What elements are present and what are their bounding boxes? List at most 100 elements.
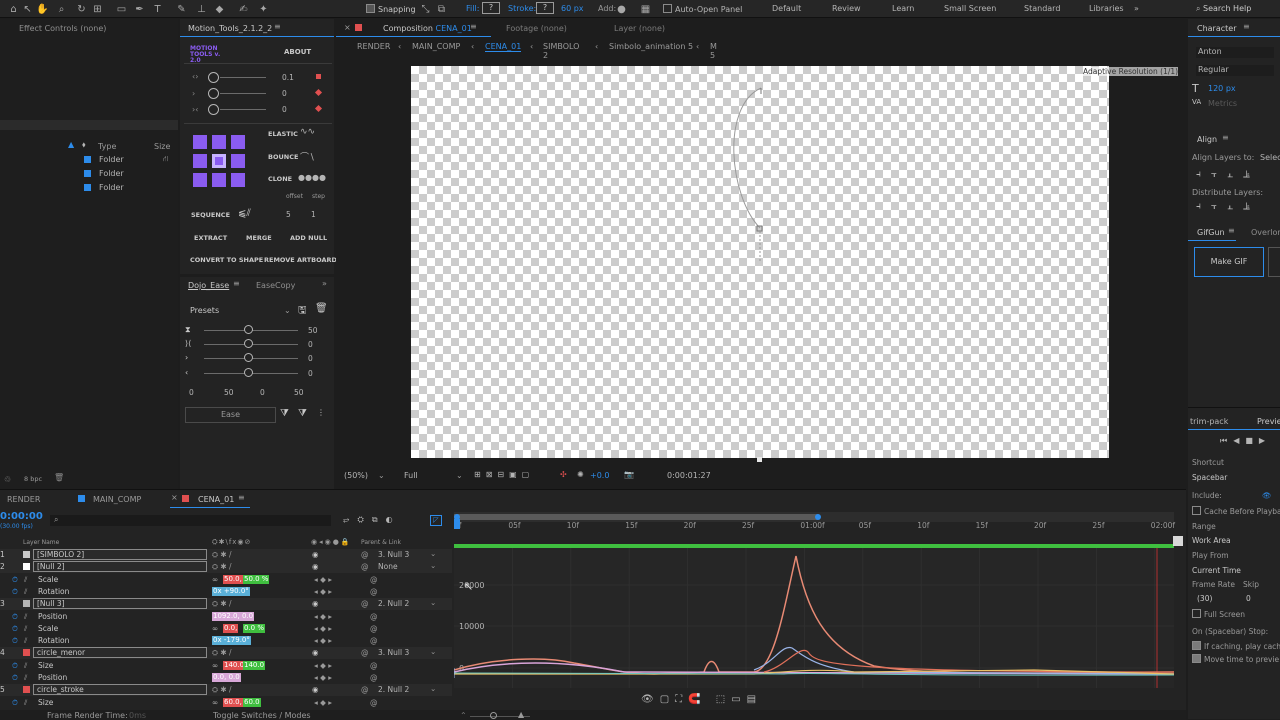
- layer-name[interactable]: [SIMBOLO 2]: [33, 549, 207, 560]
- clone-dots-icon[interactable]: ●●●●: [298, 173, 326, 182]
- stroke-label[interactable]: Stroke:: [508, 4, 536, 13]
- layer-label-color[interactable]: [23, 649, 30, 657]
- gif-settings-button[interactable]: [1268, 247, 1280, 277]
- graph-toggle-icon[interactable]: ⫽: [24, 636, 27, 646]
- character-tab[interactable]: Character: [1197, 24, 1237, 33]
- property-value[interactable]: 60.0: [243, 697, 261, 707]
- property-value[interactable]: 1092.0, 0.0: [212, 611, 255, 621]
- pickwhip-icon[interactable]: @: [361, 685, 369, 694]
- camera-tool-icon[interactable]: ⊞: [92, 4, 103, 15]
- rotate-tool-icon[interactable]: ↻: [76, 4, 87, 15]
- snap-feature-icon[interactable]: ⧉: [436, 4, 447, 15]
- font-size-value[interactable]: 120 px: [1208, 84, 1236, 93]
- panel-overflow-icon[interactable]: »: [322, 279, 327, 288]
- zoom-dropdown[interactable]: (50%): [344, 471, 368, 480]
- pickwhip-icon[interactable]: @: [370, 587, 378, 596]
- constrain-proportions-icon[interactable]: ∞: [212, 698, 218, 707]
- preview-tab[interactable]: Previe: [1257, 417, 1280, 426]
- col-size[interactable]: Size: [154, 142, 170, 151]
- selection-tool-icon[interactable]: ↖: [22, 4, 33, 15]
- eye-icon[interactable]: ◉: [312, 599, 319, 608]
- play-from-dropdown[interactable]: Current Time: [1192, 566, 1241, 575]
- property-value[interactable]: 60.0,: [223, 697, 243, 707]
- stopwatch-icon[interactable]: ⏱: [12, 698, 18, 708]
- apply-ease-icon[interactable]: ⧩: [280, 408, 289, 419]
- composition-tab[interactable]: Composition CENA_01: [383, 24, 472, 33]
- keyframe-nav-icons[interactable]: ◂ ◆ ▸: [314, 624, 332, 633]
- property-value[interactable]: 140.0: [243, 660, 266, 670]
- timeline-tab-main-comp[interactable]: MAIN_COMP: [93, 495, 141, 504]
- col-parent-link[interactable]: Parent & Link: [361, 539, 401, 546]
- zoom-in-icon[interactable]: ▲: [518, 710, 524, 719]
- elastic-button[interactable]: ELASTIC: [268, 130, 298, 138]
- chevron-down-icon[interactable]: ⌄: [284, 306, 291, 315]
- resolution-dropdown[interactable]: Full: [404, 471, 418, 480]
- keyframe-nav-icons[interactable]: ◂ ◆ ▸: [314, 575, 332, 584]
- property-row[interactable]: ⏱ ⫽ Position 1092.0, 0.0 ◂ ◆ ▸ @: [0, 610, 452, 623]
- keyframe-nav-icons[interactable]: ◂ ◆ ▸: [314, 661, 332, 670]
- easecopy-tab[interactable]: EaseCopy: [256, 281, 295, 290]
- layer-switches-icons[interactable]: ⛭ ✱ /: [212, 685, 232, 695]
- clone-button[interactable]: CLONE: [268, 175, 292, 183]
- align-to-dropdown[interactable]: Selec: [1260, 153, 1280, 162]
- font-style-field[interactable]: Regular: [1196, 65, 1274, 76]
- layer-switches-icons[interactable]: ⛭ ✱ /: [212, 648, 232, 658]
- distribute-buttons-icons[interactable]: ⫞⫟⫠⫡: [1196, 201, 1260, 212]
- pickwhip-icon[interactable]: @: [361, 562, 369, 571]
- layer-name[interactable]: circle_menor: [33, 647, 207, 659]
- property-value[interactable]: 0.0,: [223, 623, 239, 633]
- keyframe-nav-icons[interactable]: ◂ ◆ ▸: [314, 636, 332, 645]
- stopwatch-icon[interactable]: ⏱: [12, 575, 18, 585]
- layer-label-color[interactable]: [23, 551, 30, 558]
- pickwhip-icon[interactable]: @: [370, 698, 378, 707]
- rectangle-tool-icon[interactable]: ▭: [116, 4, 127, 15]
- influence-value[interactable]: 0.1: [282, 73, 294, 82]
- chevron-down-icon[interactable]: ⌄: [430, 598, 436, 607]
- merge-button[interactable]: MERGE: [246, 234, 272, 242]
- fill-swatch[interactable]: ?: [482, 2, 500, 14]
- stopwatch-icon[interactable]: ⏱: [12, 612, 18, 622]
- workspace-default[interactable]: Default: [772, 4, 801, 13]
- move-time-toggle[interactable]: Move time to previe: [1192, 654, 1279, 664]
- add-null-button[interactable]: ADD NULL: [290, 234, 327, 242]
- panel-menu-icon[interactable]: ≡: [1243, 22, 1250, 31]
- ease-in-value[interactable]: 0: [282, 89, 287, 98]
- ease-out-value[interactable]: 0: [282, 105, 287, 114]
- eye-icon[interactable]: ◉: [312, 685, 319, 694]
- panel-menu-icon[interactable]: ≡: [1228, 226, 1235, 235]
- constrain-proportions-icon[interactable]: ∞: [212, 661, 218, 670]
- pickwhip-icon[interactable]: @: [370, 661, 378, 670]
- breadcrumb-item[interactable]: SIMBOLO 2: [543, 42, 579, 60]
- layer-switches-icons[interactable]: ⛭ ✱ /: [212, 599, 232, 609]
- stopwatch-icon[interactable]: ⏱: [12, 673, 18, 683]
- zoom-slider-knob[interactable]: [490, 712, 497, 719]
- stroke-swatch[interactable]: ?: [536, 2, 554, 14]
- shortcut-dropdown[interactable]: Spacebar: [1192, 473, 1227, 482]
- dojo-slider-knob[interactable]: [244, 353, 253, 362]
- remove-artboard-button[interactable]: REMOVE ARTBOARD: [264, 256, 337, 264]
- breadcrumb-item[interactable]: RENDER: [357, 42, 390, 51]
- keyframe-diamond-icon[interactable]: [314, 104, 323, 113]
- full-screen-toggle[interactable]: Full Screen: [1192, 609, 1245, 619]
- cache-before-toggle[interactable]: Cache Before Playba: [1192, 506, 1280, 516]
- property-row[interactable]: ⏱ ⫽ Size ∞ 140.0, 140.0 ◂ ◆ ▸ @: [0, 659, 452, 672]
- save-preset-icon[interactable]: 🖫: [298, 303, 307, 320]
- font-family-field[interactable]: Anton: [1196, 47, 1274, 58]
- parent-dropdown[interactable]: 2. Null 2: [378, 599, 409, 608]
- property-name[interactable]: Scale: [38, 575, 58, 584]
- workspace-libraries[interactable]: Libraries: [1089, 4, 1124, 13]
- comp-timecode[interactable]: 0:00:01:27: [667, 471, 711, 480]
- graph-tools-icons[interactable]: 👁▢⛶🧲 ⬚▭▤: [641, 694, 762, 705]
- chevron-down-icon[interactable]: ⌄: [378, 471, 385, 480]
- playback-controls-icons[interactable]: ⏮◀■▶: [1220, 436, 1271, 446]
- property-value[interactable]: 50.0,: [223, 574, 243, 584]
- panel-menu-icon[interactable]: ≡: [1222, 133, 1229, 142]
- ease-in-slider-knob[interactable]: [208, 88, 219, 99]
- graph-editor-icon[interactable]: ◸: [430, 515, 442, 526]
- dojo-value[interactable]: 0: [308, 354, 313, 363]
- table-row[interactable]: 5 circle_stroke ⛭ ✱ / ◉ @2. Null 2 ⌄: [0, 684, 452, 697]
- list-item[interactable]: Folder: [99, 183, 124, 192]
- layer-name[interactable]: [Null 3]: [33, 598, 207, 610]
- eye-icon[interactable]: ◉: [312, 550, 319, 559]
- parent-dropdown[interactable]: 3. Null 3: [378, 550, 409, 559]
